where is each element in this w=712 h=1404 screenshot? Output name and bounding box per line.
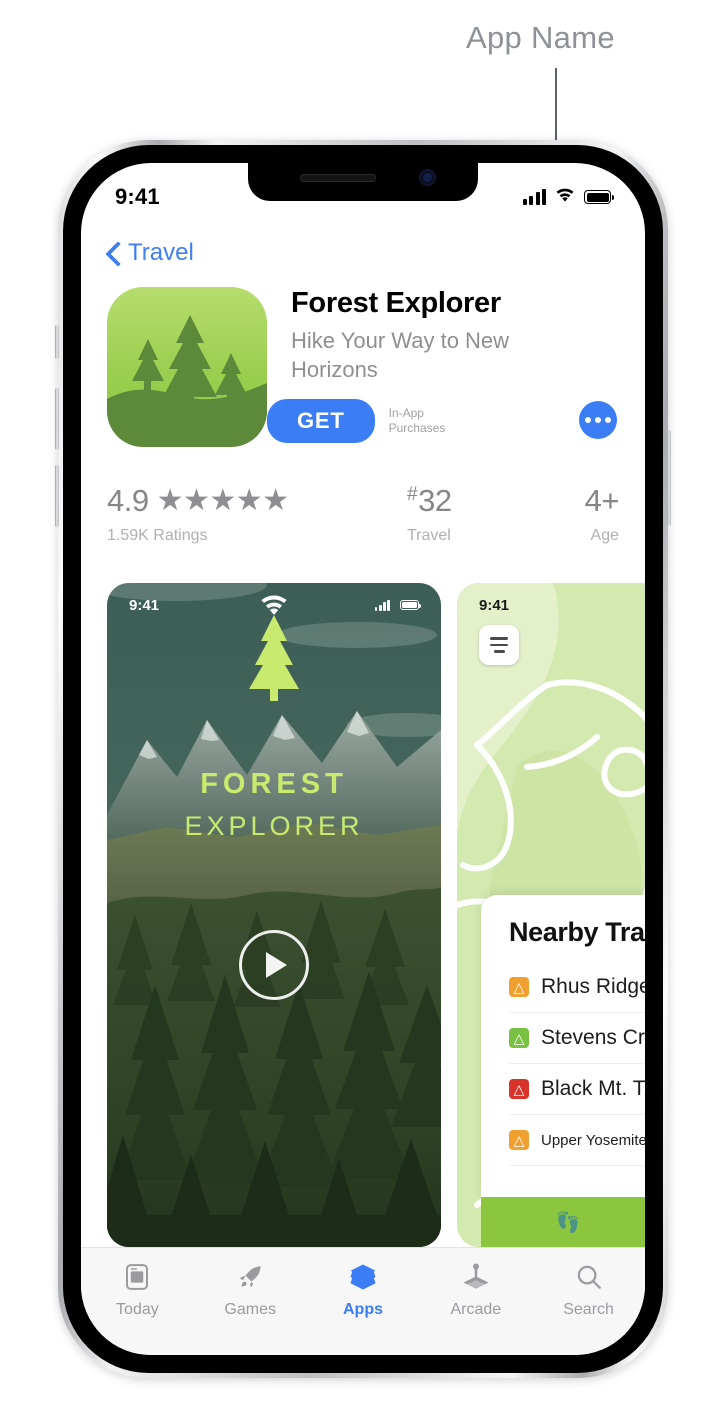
status-bar-icons bbox=[522, 187, 614, 208]
screenshot-map-time: 9:41 bbox=[479, 596, 510, 614]
trail-name: Rhus Ridge bbox=[541, 975, 645, 998]
tab-search[interactable]: Search bbox=[532, 1262, 645, 1319]
hero-tree-logo-icon bbox=[249, 615, 299, 701]
back-button[interactable]: Travel bbox=[107, 239, 194, 267]
stat-age: 4+ Age bbox=[557, 483, 620, 573]
rocket-icon bbox=[240, 1266, 261, 1288]
trail-name: Upper Yosemite Falls bbox=[541, 1131, 645, 1149]
app-stats-row: 4.9 ★★★★★ 1.59K Ratings # 32 Travel 4+ A… bbox=[81, 483, 645, 573]
device-notch bbox=[248, 163, 478, 201]
screenshot-carousel[interactable]: 9:41 FOREST EXPLORER 9:41 Nearby Tra △ R… bbox=[81, 583, 645, 1247]
magnifier-icon bbox=[577, 1265, 601, 1289]
annotation-label: App Name bbox=[466, 20, 615, 55]
nearby-trails-panel: Nearby Trails △ Rhus Ridge mi 0 bbox=[481, 895, 645, 1197]
tab-label: Arcade bbox=[450, 1301, 502, 1318]
trail-name: Stevens Creek bbox=[541, 1026, 645, 1049]
app-info: Forest Explorer Hike Your Way to New Hor… bbox=[267, 287, 619, 467]
rating-value-group: 4.9 ★★★★★ bbox=[107, 483, 407, 519]
mute-switch[interactable] bbox=[55, 325, 59, 359]
get-button[interactable]: GET bbox=[267, 399, 375, 443]
trail-badge-icon: △ bbox=[509, 1130, 529, 1150]
age-value: 4+ bbox=[584, 483, 620, 518]
screenshot-map[interactable]: 9:41 Rhus Ridge Rd Moody Ct Trail Ln 🚶 N… bbox=[457, 583, 645, 1247]
screenshot-hero[interactable]: 9:41 FOREST EXPLORER bbox=[107, 583, 441, 1247]
age-label: Age bbox=[590, 527, 619, 544]
list-item[interactable]: △ Black Mt. Trail mi 7 bbox=[509, 1064, 645, 1115]
rating-value: 4.9 bbox=[107, 483, 149, 518]
trail-badge-icon: △ bbox=[509, 1028, 529, 1048]
nearby-trails-title: Nearby Trails bbox=[509, 917, 645, 947]
joystick-icon bbox=[463, 1263, 489, 1289]
battery-icon bbox=[400, 600, 421, 610]
tab-label: Apps bbox=[342, 1301, 383, 1318]
list-item[interactable]: △ Stevens Creek mi 2 bbox=[509, 1013, 645, 1064]
phone-bezel: 9:41 Travel Forest Explorer Hike Your Wa… bbox=[63, 145, 663, 1373]
phone-device-frame: 9:41 Travel Forest Explorer Hike Your Wa… bbox=[55, 140, 671, 1378]
expand-search-link[interactable]: Expand Search bbox=[509, 1166, 645, 1197]
play-button-icon[interactable] bbox=[239, 930, 309, 1000]
trail-list: △ Rhus Ridge mi 0 △ Stevens Creek bbox=[509, 962, 645, 1166]
rank-category-label: Travel bbox=[407, 527, 451, 544]
wifi-icon bbox=[554, 187, 576, 208]
hamburger-menu-icon[interactable] bbox=[479, 625, 519, 665]
tab-today[interactable]: Today bbox=[81, 1262, 194, 1319]
volume-up-button[interactable] bbox=[55, 388, 59, 450]
app-header: Forest Explorer Hike Your Way to New Hor… bbox=[81, 287, 645, 467]
power-button[interactable] bbox=[667, 430, 671, 526]
back-button-label: Travel bbox=[128, 239, 194, 266]
list-item[interactable]: △ Rhus Ridge mi 0 bbox=[509, 962, 645, 1013]
earpiece-speaker bbox=[300, 174, 376, 182]
trail-name: Black Mt. Trail bbox=[541, 1077, 645, 1100]
stat-rank: # 32 Travel bbox=[407, 483, 557, 573]
status-bar-time: 9:41 bbox=[115, 184, 160, 209]
navigation-bar: Travel bbox=[81, 225, 645, 281]
forest-explorer-app-icon[interactable] bbox=[107, 287, 267, 447]
rank-value: 32 bbox=[418, 483, 452, 518]
rating-count-label: 1.59K Ratings bbox=[107, 527, 208, 544]
app-title: Forest Explorer bbox=[291, 287, 501, 319]
tab-label: Games bbox=[224, 1301, 276, 1318]
tab-label: Today bbox=[116, 1301, 159, 1318]
screenshot-map-status-bar: 9:41 bbox=[457, 593, 645, 617]
stacked-layers-icon bbox=[350, 1264, 376, 1290]
tab-arcade[interactable]: Arcade bbox=[419, 1262, 532, 1319]
more-ellipsis-icon[interactable] bbox=[579, 401, 617, 439]
hero-subtitle: EXPLORER bbox=[184, 811, 364, 841]
phone-screen: 9:41 Travel Forest Explorer Hike Your Wa… bbox=[81, 163, 645, 1355]
app-subtitle: Hike Your Way to New Horizons bbox=[291, 328, 510, 382]
tab-games[interactable]: Games bbox=[194, 1262, 307, 1319]
rank-hash-symbol: # bbox=[407, 484, 418, 505]
rank-value-group: # 32 bbox=[407, 483, 452, 519]
tab-bar: Today Games Apps Arcade Search bbox=[81, 1247, 645, 1355]
screenshot-hero-status-bar: 9:41 bbox=[107, 593, 441, 617]
screenshot-hero-status-icons bbox=[261, 595, 421, 615]
footprints-icon[interactable]: 👣 bbox=[556, 1210, 581, 1235]
hero-title: FOREST bbox=[200, 768, 348, 800]
tab-label: Search bbox=[563, 1301, 614, 1318]
stat-rating: 4.9 ★★★★★ 1.59K Ratings bbox=[107, 483, 407, 573]
battery-icon bbox=[584, 190, 614, 204]
in-app-purchases-label: In-App Purchases bbox=[388, 406, 446, 435]
chevron-left-icon bbox=[107, 242, 120, 264]
list-item[interactable]: △ Upper Yosemite Falls mi 1 bbox=[509, 1115, 645, 1166]
app-actions: GET In-App Purchases bbox=[267, 399, 619, 443]
today-card-icon bbox=[126, 1264, 149, 1290]
signal-bars-icon bbox=[522, 189, 546, 205]
tab-apps[interactable]: Apps bbox=[307, 1262, 420, 1319]
front-camera bbox=[419, 169, 436, 186]
volume-down-button[interactable] bbox=[55, 465, 59, 527]
rating-stars-icon: ★★★★★ bbox=[156, 484, 289, 517]
trail-badge-icon: △ bbox=[509, 977, 529, 997]
trail-badge-icon: △ bbox=[509, 1079, 529, 1099]
map-toolbar[interactable]: 👣 🗺 bbox=[481, 1197, 645, 1247]
